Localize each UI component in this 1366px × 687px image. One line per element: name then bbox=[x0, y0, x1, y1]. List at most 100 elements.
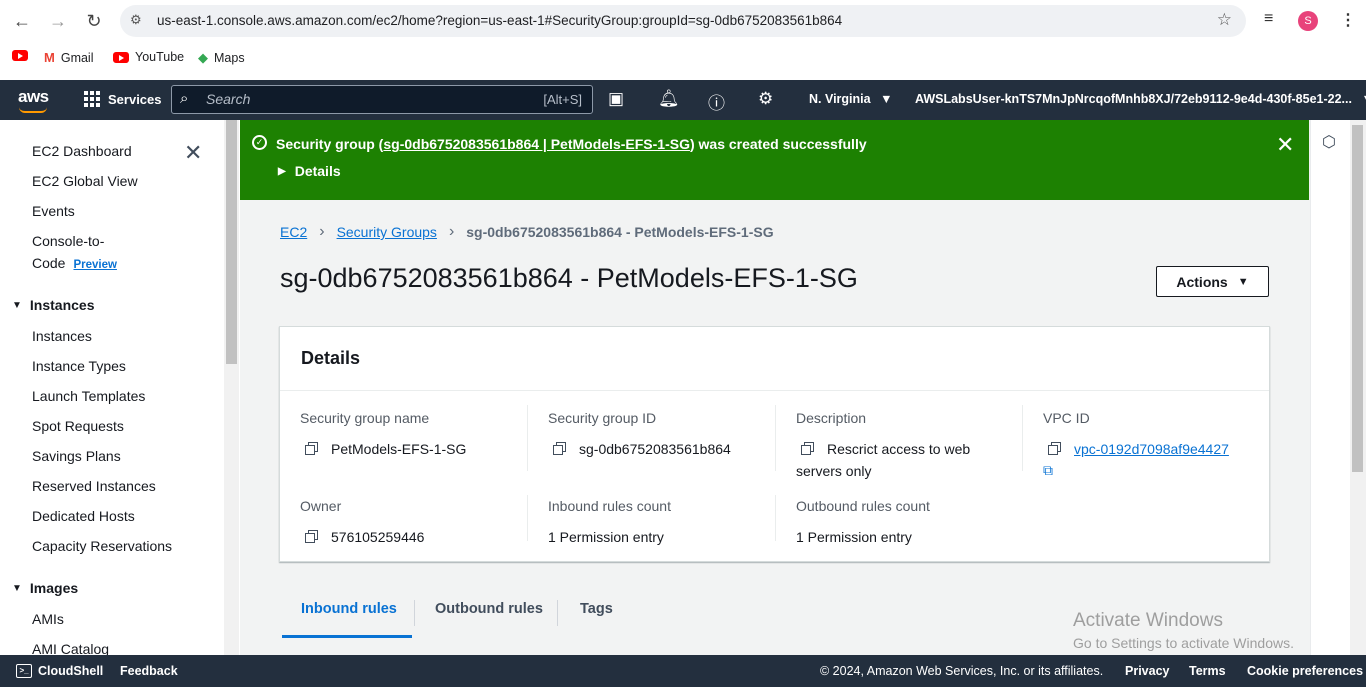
flash-message: Security group (sg-0db6752083561b864 | P… bbox=[276, 136, 867, 152]
divider bbox=[775, 495, 776, 541]
scrollbar-thumb[interactable] bbox=[1352, 125, 1363, 472]
aws-logo-text: aws bbox=[18, 87, 49, 106]
url-text[interactable]: us-east-1.console.aws.amazon.com/ec2/hom… bbox=[157, 13, 842, 28]
section-title: Images bbox=[29, 580, 79, 596]
search-box[interactable]: ⌕ [Alt+S] bbox=[171, 85, 593, 114]
actions-button[interactable]: Actions ▼ bbox=[1156, 266, 1269, 297]
sidebar-item-ec2-dashboard[interactable]: EC2 Dashboard bbox=[32, 143, 132, 159]
chevron-right-icon: › bbox=[448, 223, 455, 240]
bookmark-youtube[interactable]: YouTube bbox=[113, 50, 184, 64]
breadcrumb-ec2[interactable]: EC2 bbox=[280, 224, 307, 240]
sidebar-scrollbar[interactable] bbox=[224, 120, 239, 655]
sidebar-item-dedicated-hosts[interactable]: Dedicated Hosts bbox=[32, 508, 135, 524]
sidebar-item-savings-plans[interactable]: Savings Plans bbox=[32, 448, 121, 464]
copy-icon[interactable] bbox=[305, 442, 318, 455]
vpc-id-link[interactable]: vpc-0192d7098af9e4427 bbox=[1074, 438, 1229, 460]
sidebar-item-instances[interactable]: Instances bbox=[32, 328, 92, 344]
close-icon[interactable]: ✕ bbox=[1276, 132, 1294, 158]
terms-link[interactable]: Terms bbox=[1189, 664, 1226, 678]
field-description: Description Rescrict access to web serve… bbox=[796, 410, 1006, 482]
sidebar-item-capacity-reservations[interactable]: Capacity Reservations bbox=[32, 538, 172, 554]
copy-icon[interactable] bbox=[553, 442, 566, 455]
sidebar-section-instances[interactable]: ▼ Instances bbox=[12, 297, 95, 313]
success-flashbar: ✓ Security group (sg-0db6752083561b864 |… bbox=[240, 120, 1309, 200]
sidebar-item-instance-types[interactable]: Instance Types bbox=[32, 358, 126, 374]
preview-badge: Preview bbox=[73, 259, 117, 271]
console-footer: >_ CloudShell Feedback © 2024, Amazon We… bbox=[0, 655, 1366, 687]
services-menu-button[interactable]: Services bbox=[84, 91, 162, 107]
sidebar-section-images[interactable]: ▼ Images bbox=[12, 580, 78, 596]
scrollbar-thumb[interactable] bbox=[226, 120, 237, 364]
sidebar-item-launch-templates[interactable]: Launch Templates bbox=[32, 388, 145, 404]
caret-down-icon: ▼ bbox=[12, 299, 22, 311]
sidebar-item-amis[interactable]: AMIs bbox=[32, 611, 64, 627]
breadcrumb-security-groups[interactable]: Security Groups bbox=[337, 224, 437, 240]
cloudshell-icon[interactable]: ▣ bbox=[608, 89, 624, 109]
profile-avatar[interactable]: S bbox=[1298, 11, 1318, 31]
account-menu[interactable]: AWSLabsUser-knTS7MnJpNrcqofMnhb8XJ/72eb9… bbox=[915, 92, 1366, 106]
divider bbox=[775, 405, 776, 471]
back-arrow-icon[interactable]: ← bbox=[9, 8, 35, 34]
sidebar-item-events[interactable]: Events bbox=[32, 203, 75, 219]
sidebar-item-console-to-code[interactable]: Console-to- bbox=[32, 233, 104, 249]
watermark-line1: Activate Windows bbox=[1073, 610, 1223, 631]
feedback-link[interactable]: Feedback bbox=[120, 664, 178, 678]
youtube-icon bbox=[113, 51, 129, 63]
help-icon[interactable]: ⓘ bbox=[708, 89, 725, 114]
field-value: PetModels-EFS-1-SG bbox=[300, 438, 548, 460]
grid-icon bbox=[84, 91, 100, 107]
sidebar-item-ami-catalog[interactable]: AMI Catalog bbox=[32, 641, 109, 655]
notifications-bell-icon[interactable]: 🔔︎ bbox=[658, 89, 680, 109]
caret-down-icon: ▼ bbox=[880, 92, 893, 106]
sidebar-item-ec2-global-view[interactable]: EC2 Global View bbox=[32, 173, 138, 189]
close-icon[interactable]: ✕ bbox=[184, 140, 202, 166]
privacy-link[interactable]: Privacy bbox=[1125, 664, 1169, 678]
region-selector[interactable]: N. Virginia ▼ bbox=[809, 92, 892, 106]
reload-icon[interactable]: ↻ bbox=[81, 8, 107, 34]
external-link-icon[interactable]: ⧉ bbox=[1043, 462, 1291, 479]
media-control-icon[interactable]: ≡ bbox=[1264, 10, 1273, 28]
bookmark-star-icon[interactable]: ☆ bbox=[1217, 10, 1232, 30]
copy-icon[interactable] bbox=[801, 442, 814, 455]
search-input[interactable] bbox=[206, 91, 506, 107]
sidebar-item-console-to-code-line2[interactable]: Code Preview bbox=[32, 255, 117, 271]
address-bar[interactable]: ⚙ us-east-1.console.aws.amazon.com/ec2/h… bbox=[120, 5, 1246, 37]
tab-tags[interactable]: Tags bbox=[580, 601, 613, 617]
forward-arrow-icon[interactable]: → bbox=[45, 8, 71, 34]
search-shortcut: [Alt+S] bbox=[543, 92, 582, 107]
field-vpc-id: VPC ID vpc-0192d7098af9e4427 ⧉ bbox=[1043, 410, 1291, 479]
bookmark-gmail[interactable]: M Gmail bbox=[44, 50, 94, 65]
divider bbox=[527, 495, 528, 541]
cookie-preferences-link[interactable]: Cookie preferences bbox=[1247, 664, 1363, 678]
field-label: Description bbox=[796, 410, 867, 426]
divider bbox=[527, 405, 528, 471]
bookmark-maps[interactable]: ◆ Maps bbox=[198, 50, 245, 66]
sg-id-value: sg-0db6752083561b864 bbox=[579, 441, 731, 457]
windows-activation-watermark: Activate Windows Go to Settings to activ… bbox=[1073, 610, 1294, 651]
info-panel-icon[interactable]: ⬡ bbox=[1322, 132, 1336, 152]
settings-gear-icon[interactable]: ⚙ bbox=[758, 89, 773, 109]
outbound-count-value: 1 Permission entry bbox=[796, 529, 912, 545]
copy-icon[interactable] bbox=[305, 530, 318, 543]
site-info-icon[interactable]: ⚙ bbox=[130, 12, 142, 28]
sidebar-item-reserved-instances[interactable]: Reserved Instances bbox=[32, 478, 156, 494]
sidebar-item-spot-requests[interactable]: Spot Requests bbox=[32, 418, 124, 434]
aws-logo[interactable]: aws bbox=[18, 87, 49, 113]
flash-details-toggle[interactable]: ▶ Details bbox=[278, 163, 341, 179]
main-scrollbar[interactable] bbox=[1350, 120, 1366, 655]
flash-sg-link[interactable]: sg-0db6752083561b864 | PetModels-EFS-1-S… bbox=[383, 136, 690, 152]
tab-inbound-rules[interactable]: Inbound rules bbox=[301, 601, 397, 617]
bookmark-youtube-red[interactable] bbox=[12, 50, 28, 61]
cloudshell-button[interactable]: >_ CloudShell bbox=[16, 664, 103, 678]
copy-icon[interactable] bbox=[1048, 442, 1061, 455]
flash-suffix: ) was created successfully bbox=[689, 136, 867, 152]
tab-outbound-rules[interactable]: Outbound rules bbox=[435, 601, 543, 617]
details-label: Details bbox=[294, 163, 341, 179]
right-tools-panel: ⬡ bbox=[1310, 120, 1350, 655]
bookmark-label: YouTube bbox=[135, 50, 185, 64]
browser-menu-icon[interactable]: ⋮ bbox=[1340, 10, 1356, 30]
account-label: AWSLabsUser-knTS7MnJpNrcqofMnhb8XJ/72eb9… bbox=[915, 92, 1352, 106]
field-value: 576105259446 bbox=[300, 526, 548, 548]
cloudshell-label: CloudShell bbox=[38, 664, 104, 678]
field-label: Owner bbox=[300, 498, 342, 514]
